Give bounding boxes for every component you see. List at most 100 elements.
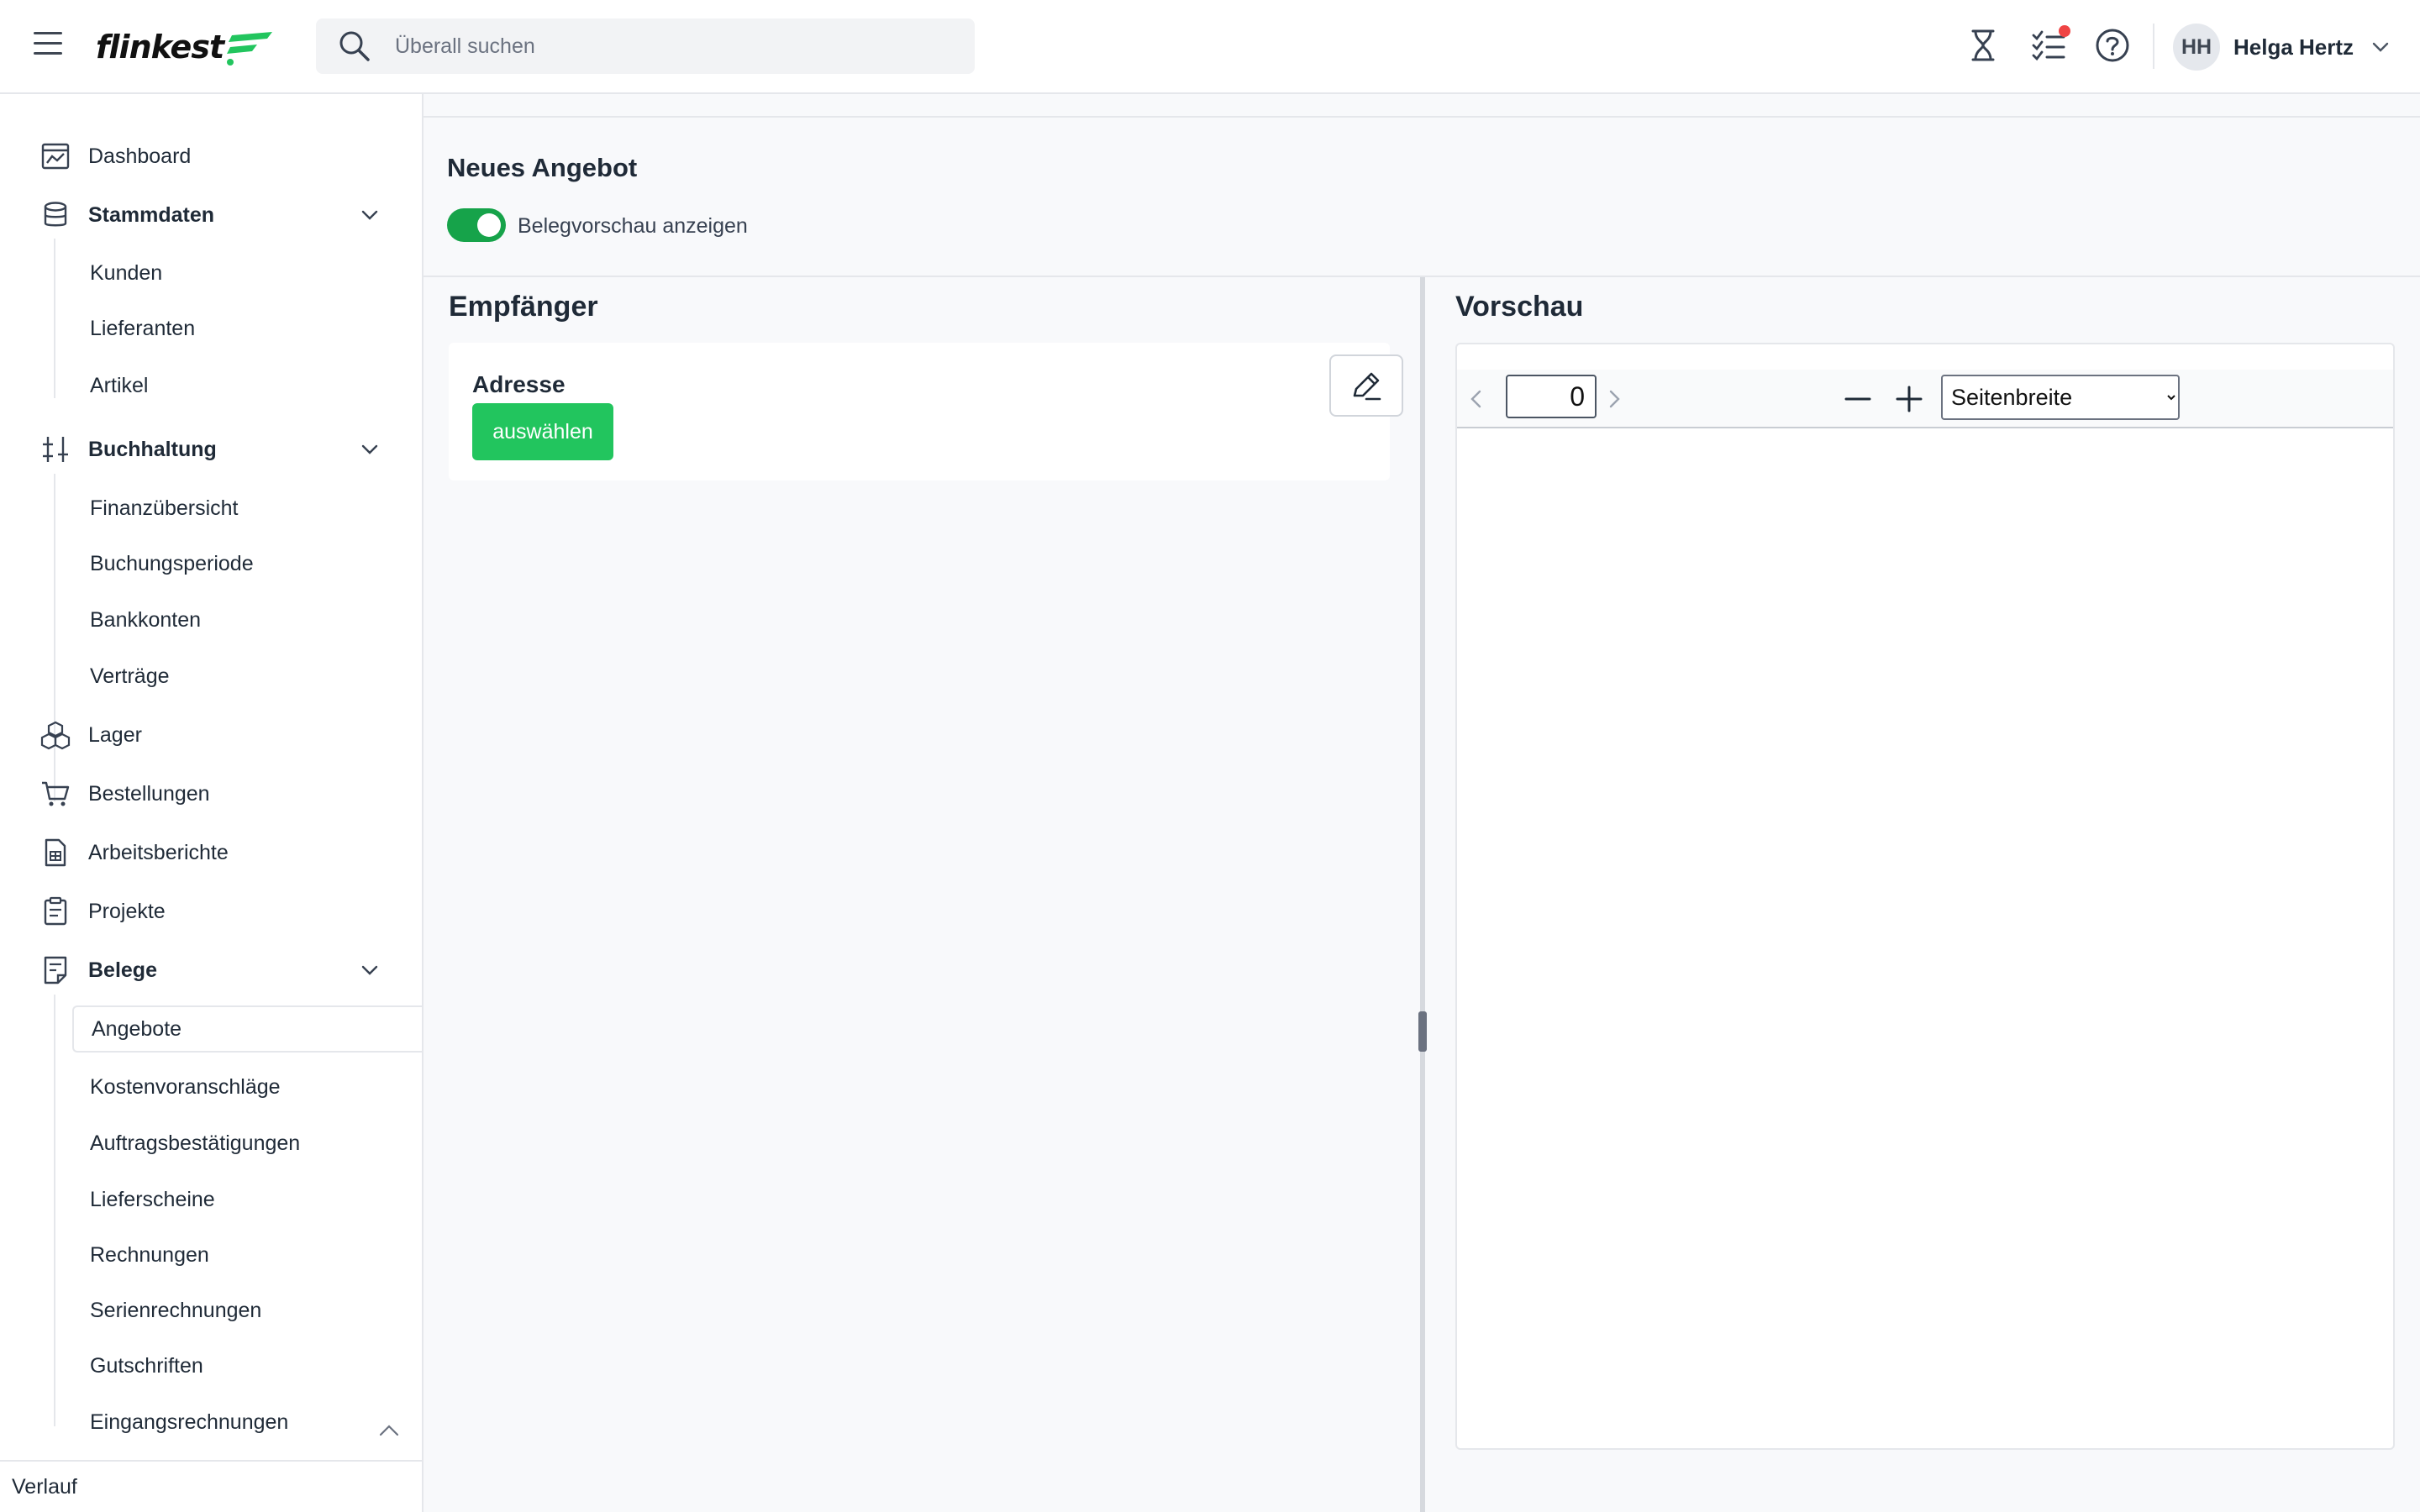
sidebar-item-artikel[interactable]: Artikel (72, 362, 422, 409)
submenu-rail (54, 239, 55, 398)
notification-badge (2059, 25, 2070, 37)
sliders-icon (43, 437, 68, 462)
logo-text: flinkest (96, 29, 224, 66)
header-divider (2153, 24, 2154, 69)
logo-mark-icon (227, 32, 273, 66)
chevron-down-icon[interactable] (358, 203, 381, 227)
history-label: Verlauf (12, 1474, 77, 1499)
sidebar-item-angebote[interactable]: Angebote (72, 1005, 422, 1053)
sidebar-subitem-label: Lieferanten (90, 316, 196, 340)
submenu-rail (54, 995, 55, 1426)
pdf-toolbar: Seitenbreite (1457, 370, 2393, 428)
sidebar: Dashboard Stammdaten Kunden Lieferanten … (0, 94, 424, 1512)
chevron-left-icon[interactable] (1464, 386, 1489, 412)
document-icon (44, 956, 67, 984)
sidebar-item-gutschriften[interactable]: Gutschriften (72, 1342, 422, 1389)
address-card: Adresse auswählen (449, 343, 1403, 480)
menu-icon[interactable] (34, 32, 62, 55)
sidebar-item-auftragsbestaetigungen[interactable]: Auftragsbestätigungen (72, 1120, 422, 1167)
sidebar-item-label: Arbeitsberichte (88, 840, 229, 864)
edit-address-button[interactable] (1329, 354, 1403, 417)
global-search[interactable] (316, 18, 975, 74)
sidebar-subitem-label: Serienrechnungen (90, 1298, 262, 1322)
sidebar-subitem-label: Kunden (90, 260, 163, 285)
sidebar-subitem-label: Bankkonten (90, 607, 202, 632)
zoom-in-icon[interactable] (1895, 385, 1923, 413)
sidebar-item-label: Projekte (88, 899, 166, 923)
page-number-input[interactable] (1506, 375, 1597, 418)
top-bar: flinkest HH Helga Hertz (0, 0, 2420, 94)
search-icon (339, 31, 370, 61)
preview-toggle-label: Belegvorschau anzeigen (518, 214, 748, 238)
chevron-up-icon[interactable] (376, 1418, 402, 1443)
sidebar-item-lager[interactable]: Lager (0, 711, 422, 759)
sidebar-item-projekte[interactable]: Projekte (0, 888, 422, 935)
search-input[interactable] (395, 34, 941, 59)
sidebar-subitem-label: Angebote (92, 1016, 182, 1041)
hourglass-icon[interactable] (1965, 27, 2002, 64)
sidebar-item-dashboard[interactable]: Dashboard (0, 133, 422, 180)
pencil-icon (1353, 372, 1381, 401)
avatar: HH (2173, 24, 2220, 71)
clipboard-icon (44, 896, 67, 926)
toggle-knob (477, 213, 501, 237)
report-icon (45, 838, 66, 867)
database-icon (44, 202, 67, 227)
sidebar-item-label: Lager (88, 722, 142, 747)
sidebar-item-lieferscheine[interactable]: Lieferscheine (72, 1176, 422, 1223)
sidebar-item-bankkonten[interactable]: Bankkonten (72, 596, 422, 643)
sidebar-subitem-label: Eingangsrechnungen (90, 1410, 289, 1434)
sidebar-subitem-label: Gutschriften (90, 1353, 203, 1378)
sidebar-item-vertraege[interactable]: Verträge (72, 653, 422, 700)
boxes-icon (40, 721, 71, 750)
user-menu[interactable]: HH Helga Hertz (2173, 22, 2391, 72)
sidebar-item-lieferanten[interactable]: Lieferanten (72, 305, 422, 352)
preview-pane: Vorschau Seitenbreite (1425, 277, 2420, 1512)
recipient-title: Empfänger (449, 291, 598, 323)
sidebar-subitem-label: Finanzübersicht (90, 496, 239, 520)
sidebar-subitem-label: Rechnungen (90, 1242, 209, 1267)
sidebar-subitem-label: Buchungsperiode (90, 551, 254, 575)
sidebar-subitem-label: Lieferscheine (90, 1187, 215, 1211)
sidebar-item-belege[interactable]: Belege (0, 947, 422, 994)
sidebar-item-serienrechnungen[interactable]: Serienrechnungen (72, 1287, 422, 1334)
chevron-down-icon[interactable] (358, 958, 381, 982)
sidebar-item-stammdaten[interactable]: Stammdaten (0, 192, 422, 239)
sidebar-item-bestellungen[interactable]: Bestellungen (0, 770, 422, 817)
sidebar-item-buchhaltung[interactable]: Buchhaltung (0, 426, 422, 473)
sidebar-item-label: Bestellungen (88, 781, 210, 806)
user-name: Helga Hertz (2233, 34, 2354, 60)
chevron-down-icon[interactable] (358, 438, 381, 461)
sidebar-subitem-label: Artikel (90, 373, 149, 397)
chevron-right-icon[interactable] (1602, 386, 1627, 412)
sidebar-item-eingangsrechnungen[interactable]: Eingangsrechnungen (72, 1399, 422, 1446)
page-title: Neues Angebot (447, 153, 638, 182)
cart-icon (42, 781, 70, 806)
sidebar-item-kunden[interactable]: Kunden (72, 249, 422, 297)
sidebar-item-kostenvoranschlaege[interactable]: Kostenvoranschläge (72, 1063, 422, 1110)
sidebar-item-label: Dashboard (88, 144, 192, 168)
history-bar[interactable]: Verlauf (0, 1460, 422, 1512)
zoom-select[interactable]: Seitenbreite (1941, 375, 2180, 420)
pdf-viewer: Seitenbreite (1455, 343, 2395, 1450)
task-checklist-button[interactable] (2030, 25, 2070, 64)
logo[interactable]: flinkest (96, 24, 277, 71)
sidebar-item-finanzuebersicht[interactable]: Finanzübersicht (72, 485, 422, 532)
select-address-button[interactable]: auswählen (472, 403, 613, 460)
sidebar-subitem-label: Auftragsbestätigungen (90, 1131, 301, 1155)
main-content: Neues Angebot Belegvorschau anzeigen Emp… (424, 94, 2420, 1512)
sidebar-item-label: Stammdaten (88, 202, 215, 227)
help-icon[interactable] (2094, 27, 2131, 64)
sidebar-item-rechnungen[interactable]: Rechnungen (72, 1231, 422, 1278)
chevron-down-icon (2372, 42, 2389, 52)
divider (424, 116, 2420, 118)
preview-title: Vorschau (1455, 291, 1584, 323)
sidebar-item-arbeitsberichte[interactable]: Arbeitsberichte (0, 829, 422, 876)
address-label: Adresse (472, 371, 566, 397)
sidebar-item-label: Belege (88, 958, 157, 982)
preview-toggle[interactable] (447, 208, 506, 242)
sidebar-subitem-label: Verträge (90, 664, 170, 688)
sidebar-item-label: Buchhaltung (88, 437, 217, 461)
sidebar-item-buchungsperiode[interactable]: Buchungsperiode (72, 540, 422, 587)
zoom-out-icon[interactable] (1844, 385, 1872, 413)
